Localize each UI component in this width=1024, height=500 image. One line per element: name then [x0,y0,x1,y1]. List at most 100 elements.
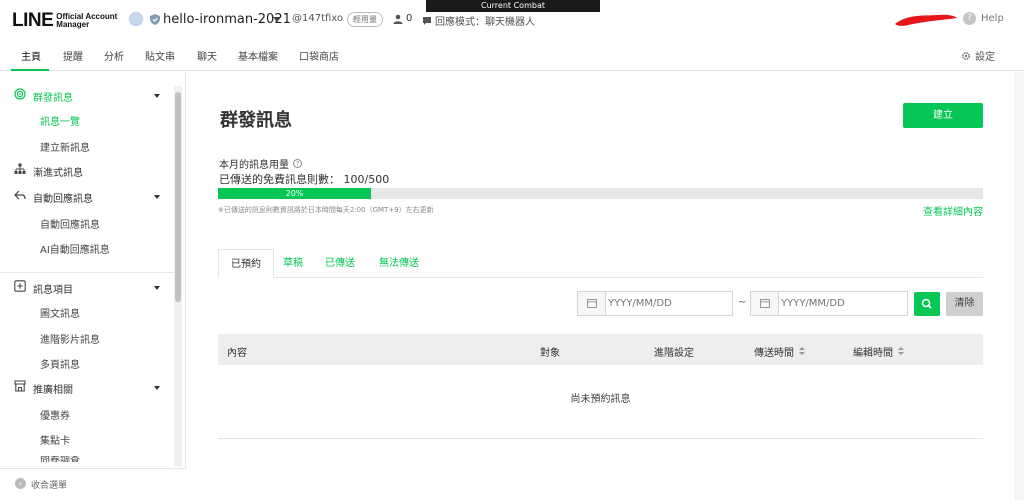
tab-timeline[interactable]: 貼文串 [145,48,175,63]
tab-profile[interactable]: 基本檔案 [238,48,278,63]
account-id: @147tfixo [292,13,344,24]
chevron-down-icon [154,286,160,290]
calendar-icon[interactable] [751,292,779,315]
friends-count[interactable]: 0 [393,13,412,24]
sort-icon[interactable] [898,347,904,356]
column-audience: 對象 [540,344,560,359]
chevron-down-icon [154,386,160,390]
sidebar-scrollbar[interactable] [174,86,182,466]
chat-bubble-icon [423,16,431,25]
sidebar-item-reward-card[interactable]: 集點卡 [40,432,70,447]
account-avatar[interactable] [129,12,143,26]
main-nav-tabs: 主頁 提醒 分析 貼文串 聊天 基本檔案 口袋商店 [0,40,1024,71]
settings-label: 設定 [975,52,995,63]
tab-pocket-shop[interactable]: 口袋商店 [299,48,339,63]
sidebar-item-survey[interactable]: 問卷調查 [40,456,80,462]
line-oa-logo[interactable]: LINE Official Account Manager [12,10,117,32]
tab-failed[interactable]: 無法傳送 [379,249,419,278]
search-icon [921,298,932,309]
tab-scheduled[interactable]: 已預約 [218,249,274,278]
column-send-time[interactable]: 傳送時間 [754,344,805,359]
search-button[interactable] [914,292,940,316]
collapse-menu-label: 收合選單 [31,481,68,491]
plus-square-icon [14,280,26,292]
sidebar-divider [0,272,174,273]
tab-analytics[interactable]: 分析 [104,48,124,63]
column-edit-time[interactable]: 編輯時間 [853,344,904,359]
store-icon [14,380,26,392]
plan-badge[interactable]: 輕用量 [347,12,383,27]
page-scrollbar[interactable] [1014,72,1024,500]
sidebar-item-label: 漸進式訊息 [33,168,83,179]
logo-wordmark: LINE [12,10,54,31]
sidebar-scroll-thumb[interactable] [175,92,181,302]
tab-drafts[interactable]: 草稿 [283,249,303,278]
help-link[interactable]: ? Help [963,12,1004,25]
start-date-field[interactable] [577,291,733,316]
chevron-down-icon [154,94,160,98]
question-icon[interactable]: ? [293,159,302,168]
friends-count-value: 0 [406,13,413,24]
active-tab-indicator [11,69,49,71]
redaction-mark [895,14,957,26]
end-date-field[interactable] [750,291,908,316]
usage-label-text: 本月的訊息用量 [219,160,289,171]
sidebar-item-step-message[interactable]: 漸進式訊息 [0,161,172,181]
sort-icon[interactable] [799,347,805,356]
reply-mode[interactable]: 回應模式：聊天機器人 [422,13,535,28]
view-details-link[interactable]: 查看詳細內容 [923,203,983,218]
chevron-left-icon: ‹ [15,478,26,489]
end-date-input[interactable] [781,292,901,315]
messages-table-header: 內容 對象 進階設定 傳送時間 編輯時間 [218,334,983,365]
create-button[interactable]: 建立 [903,103,983,128]
column-content: 內容 [227,344,247,359]
tab-sent[interactable]: 已傳送 [325,249,355,278]
shield-icon [150,14,160,25]
date-separator: ~ [738,297,747,308]
column-edit-time-label: 編輯時間 [853,348,893,359]
broadcast-icon [14,88,26,100]
sidebar-item-broadcast[interactable]: 群發訊息 [0,86,172,106]
sidebar-item-card-message[interactable]: 多頁訊息 [40,356,80,371]
sidebar-item-message-items[interactable]: 訊息項目 [0,278,172,298]
settings-link[interactable]: 設定 [961,48,995,63]
logo-subtitle-line-2: Manager [56,20,90,29]
chevron-down-icon [154,195,160,199]
sidebar-item-rich-message[interactable]: 圖文訊息 [40,305,80,320]
reply-arrow-icon [14,190,26,200]
tab-reminders[interactable]: 提醒 [63,48,83,63]
sidebar-item-create-message[interactable]: 建立新訊息 [40,139,90,154]
column-audience-label: 對象 [540,348,560,359]
account-name[interactable]: hello-ironman-2021 [163,12,291,27]
chevron-down-icon[interactable] [273,17,281,22]
tab-home[interactable]: 主頁 [21,48,41,63]
main-content: 群發訊息 建立 本月的訊息用量 ? 已傳送的免費訊息則數： 100/500 20… [187,72,1024,500]
empty-state-text: 尚未預約訊息 [570,394,631,405]
sent-count-value: 100/500 [343,173,390,186]
sidebar-item-auto-reply-messages[interactable]: 自動回應訊息 [40,216,100,231]
column-content-label: 內容 [227,348,247,359]
sidebar-item-auto-reply[interactable]: 自動回應訊息 [0,187,172,207]
sidebar-item-rich-video[interactable]: 進階影片訊息 [40,331,100,346]
collapse-menu-button[interactable]: ‹ 收合選單 [0,468,186,500]
sidebar: 群發訊息 訊息一覽 建立新訊息 漸進式訊息 自動回應訊息 自動回應訊息 AI自動… [0,72,186,500]
column-advanced-settings: 進階設定 [654,344,694,359]
column-advanced-settings-label: 進階設定 [654,348,694,359]
gear-icon [961,51,971,60]
top-bar: LINE Official Account Manager hello-iron… [0,0,1024,40]
start-date-input[interactable] [608,292,728,315]
clear-button[interactable]: 清除 [946,292,983,316]
sidebar-item-label: 訊息項目 [33,285,73,296]
sent-count-label: 已傳送的免費訊息則數： [219,173,340,186]
sidebar-item-ai-auto-reply[interactable]: AI自動回應訊息 [40,241,110,256]
hierarchy-icon [14,163,26,174]
logo-subtitle: Official Account Manager [56,13,117,29]
sidebar-item-promotion[interactable]: 推廣相關 [0,378,172,398]
sidebar-item-message-list[interactable]: 訊息一覽 [40,113,80,128]
sidebar-item-coupon[interactable]: 優惠券 [40,407,70,422]
tab-chat[interactable]: 聊天 [197,48,217,63]
empty-table-row: 尚未預約訊息 [218,365,983,439]
calendar-icon[interactable] [578,292,606,315]
usage-note: ※已傳送的訊息則數資訊將於日本時間每天2:00（GMT+9）左右更新 [218,206,434,214]
sent-count: 已傳送的免費訊息則數： 100/500 [219,171,389,187]
